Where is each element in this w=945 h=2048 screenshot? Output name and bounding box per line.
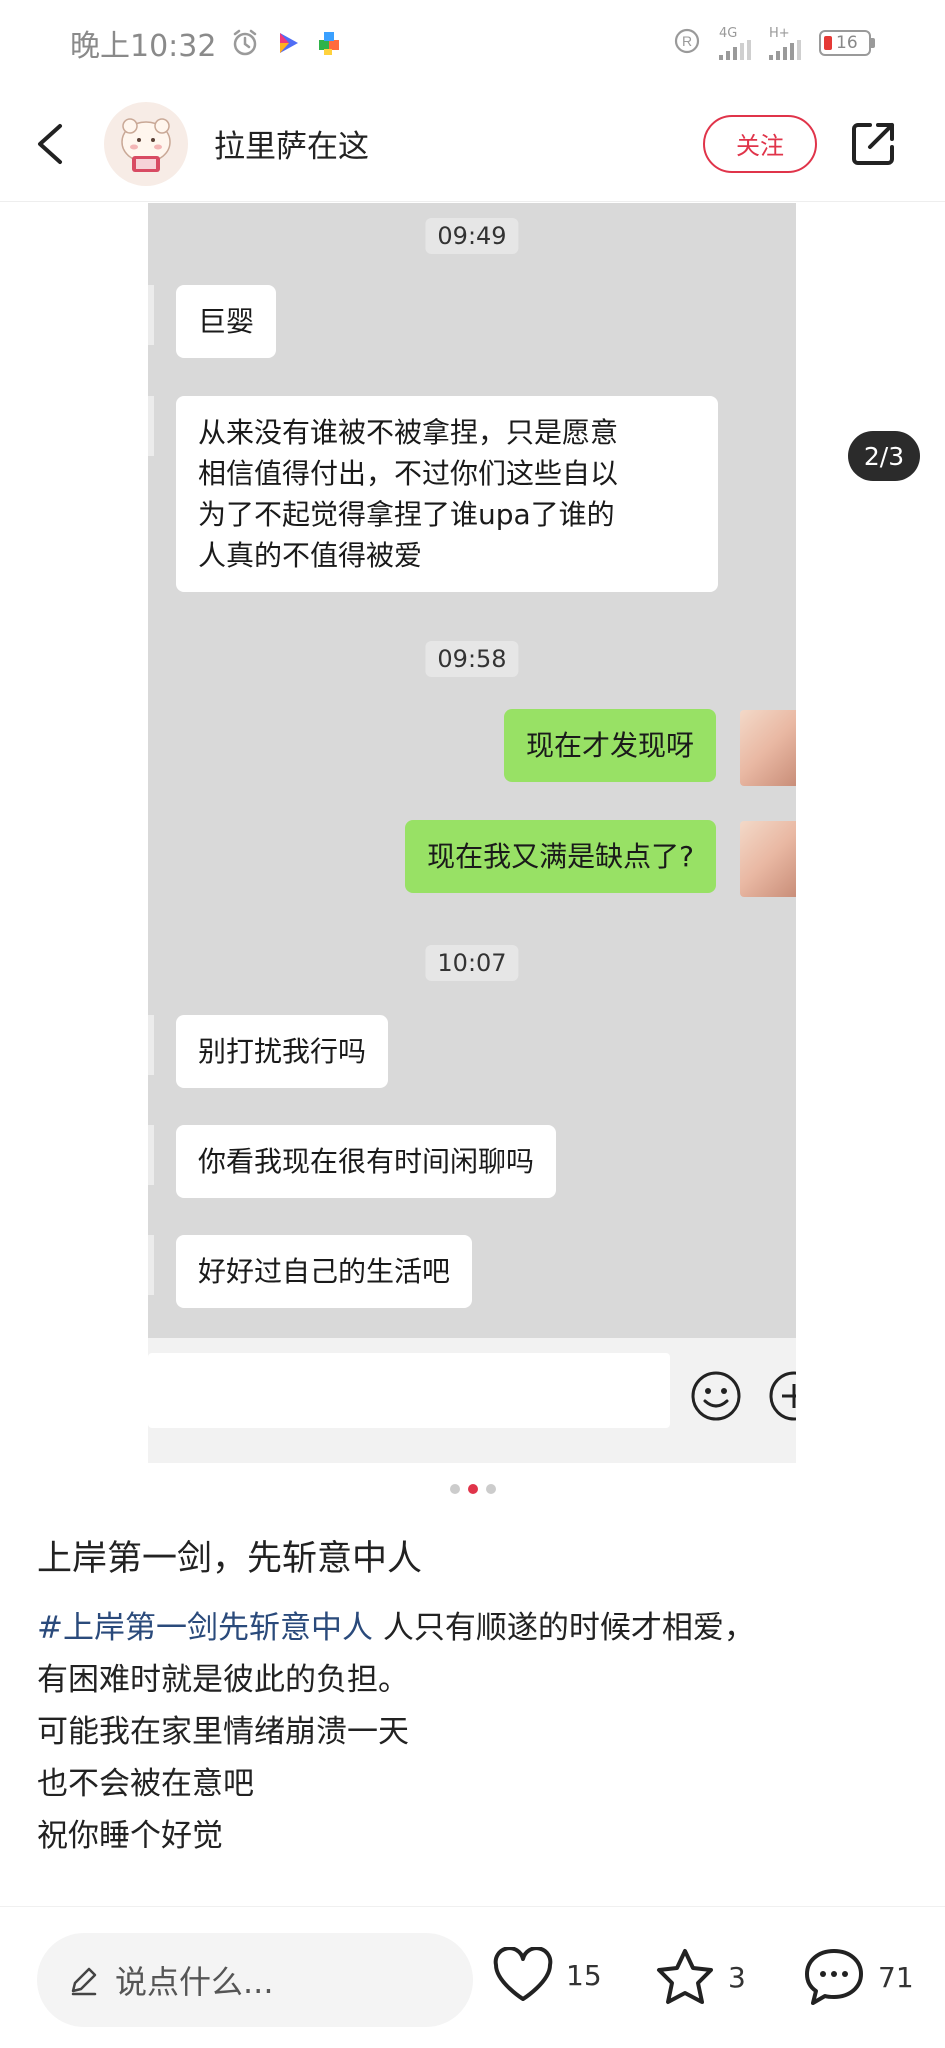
plus-icon bbox=[768, 1370, 796, 1422]
battery-level: 16 bbox=[836, 33, 858, 53]
post-header: 拉里萨在这 关注 bbox=[0, 86, 945, 202]
back-button[interactable] bbox=[0, 94, 100, 194]
comment-input[interactable]: 说点什么... bbox=[37, 1933, 473, 2027]
chat-bubble-incoming: 从来没有谁被不被拿捏，只是愿意 相信值得付出，不过你们这些自以 为了不起觉得拿捏… bbox=[176, 396, 718, 592]
desc-line: 可能我在家里情绪崩溃一天 bbox=[37, 1714, 409, 1750]
chat-bubble-incoming: 巨婴 bbox=[176, 285, 277, 358]
comment-count: 71 bbox=[878, 1960, 914, 1994]
self-avatar bbox=[740, 710, 796, 786]
comment-bubble-icon bbox=[805, 1949, 863, 2005]
back-arrow-icon bbox=[38, 123, 62, 164]
chat-input-box bbox=[148, 1353, 670, 1428]
carousel-dot bbox=[485, 1484, 496, 1494]
chat-bubble-outgoing: 现在我又满是缺点了? bbox=[405, 820, 716, 893]
contact-avatar-edge bbox=[148, 285, 154, 345]
author-avatar[interactable] bbox=[104, 101, 188, 186]
signal-bars-icon bbox=[719, 39, 751, 60]
signal-4g-label: 4G bbox=[719, 25, 738, 41]
carousel-dot-active bbox=[467, 1484, 478, 1494]
star-icon bbox=[657, 1949, 713, 2004]
signal-hplus-label: H+ bbox=[769, 25, 790, 41]
post-description: #上岸第一剑先斩意中人 人只有顺遂的时候才相爱， 有困难时就是彼此的负担。 可能… bbox=[37, 1602, 917, 1862]
chat-bubble-outgoing: 现在才发现呀 bbox=[503, 709, 716, 782]
chat-bubble-incoming: 你看我现在很有时间闲聊吗 bbox=[176, 1125, 557, 1198]
contact-avatar-edge bbox=[148, 1125, 154, 1185]
signal-hplus: H+ bbox=[769, 27, 801, 60]
collect-button[interactable]: 3 bbox=[654, 1947, 746, 2007]
chat-line: 从来没有谁被不被拿捏，只是愿意 bbox=[198, 416, 619, 449]
share-button[interactable] bbox=[843, 114, 903, 174]
desc-line: 有困难时就是彼此的负担。 bbox=[37, 1662, 409, 1698]
chat-line: 人真的不值得被爱 bbox=[198, 539, 423, 572]
contact-avatar-edge bbox=[148, 1015, 154, 1075]
chat-bubble-incoming: 别打扰我行吗 bbox=[176, 1015, 389, 1088]
chat-line: 相信值得付出，不过你们这些自以 bbox=[198, 457, 619, 490]
alarm-icon bbox=[230, 28, 260, 58]
desc-text: 人只有顺遂的时候才相爱， bbox=[372, 1610, 755, 1646]
chat-bubble-incoming: 好好过自己的生活吧 bbox=[176, 1235, 473, 1308]
share-icon bbox=[852, 122, 894, 165]
comment-button[interactable]: 71 bbox=[802, 1947, 914, 2007]
desc-line: 也不会被在意吧 bbox=[37, 1766, 254, 1802]
desc-line: #上岸第一剑先斩意中人 人只有顺遂的时候才相爱， bbox=[37, 1602, 917, 1654]
carousel-dot bbox=[449, 1484, 460, 1494]
chat-line: 为了不起觉得拿捏了谁upa了谁的 bbox=[198, 498, 615, 531]
puzzle-app-icon bbox=[316, 29, 344, 57]
chat-timestamp: 09:58 bbox=[425, 641, 519, 677]
contact-avatar-edge bbox=[148, 396, 154, 456]
pencil-icon bbox=[71, 1967, 97, 1996]
chat-input-bar bbox=[148, 1338, 796, 1463]
author-name[interactable]: 拉里萨在这 bbox=[214, 121, 369, 166]
desc-line: 祝你睡个好觉 bbox=[37, 1818, 223, 1854]
chat-timestamp: 09:49 bbox=[425, 218, 519, 254]
chat-screenshot: 09:49 巨婴 从来没有谁被不被拿捏，只是愿意 相信值得付出，不过你们这些自以… bbox=[148, 203, 796, 1463]
carousel-indicator bbox=[0, 1484, 945, 1494]
battery-icon: 16 bbox=[819, 30, 875, 56]
follow-button[interactable]: 关注 bbox=[703, 114, 817, 173]
bottom-action-bar: 说点什么... 15 3 71 bbox=[0, 1906, 945, 2048]
hashtag-link[interactable]: #上岸第一剑先斩意中人 bbox=[37, 1610, 373, 1646]
status-bar: 晚上10:32 R 4G H+ 16 bbox=[0, 0, 945, 86]
heart-icon bbox=[493, 1947, 553, 2001]
signal-4g: 4G bbox=[719, 27, 751, 60]
registered-icon: R bbox=[673, 27, 701, 59]
self-avatar bbox=[740, 821, 796, 897]
emoji-icon bbox=[690, 1370, 742, 1422]
like-button[interactable]: 15 bbox=[492, 1947, 602, 2003]
video-app-icon bbox=[274, 29, 302, 57]
like-count: 15 bbox=[566, 1958, 602, 1992]
image-counter: 2/3 bbox=[848, 431, 920, 481]
chat-timestamp: 10:07 bbox=[425, 945, 519, 981]
svg-text:R: R bbox=[682, 33, 692, 49]
signal-bars-icon bbox=[769, 39, 801, 60]
contact-avatar-edge bbox=[148, 1235, 154, 1295]
comment-placeholder: 说点什么... bbox=[115, 1963, 274, 2001]
image-carousel[interactable]: 09:49 巨婴 从来没有谁被不被拿捏，只是愿意 相信值得付出，不过你们这些自以… bbox=[0, 203, 945, 1463]
status-time: 晚上10:32 bbox=[70, 29, 217, 64]
collect-count: 3 bbox=[728, 1960, 746, 1994]
post-title: 上岸第一剑，先斩意中人 bbox=[37, 1539, 423, 1579]
